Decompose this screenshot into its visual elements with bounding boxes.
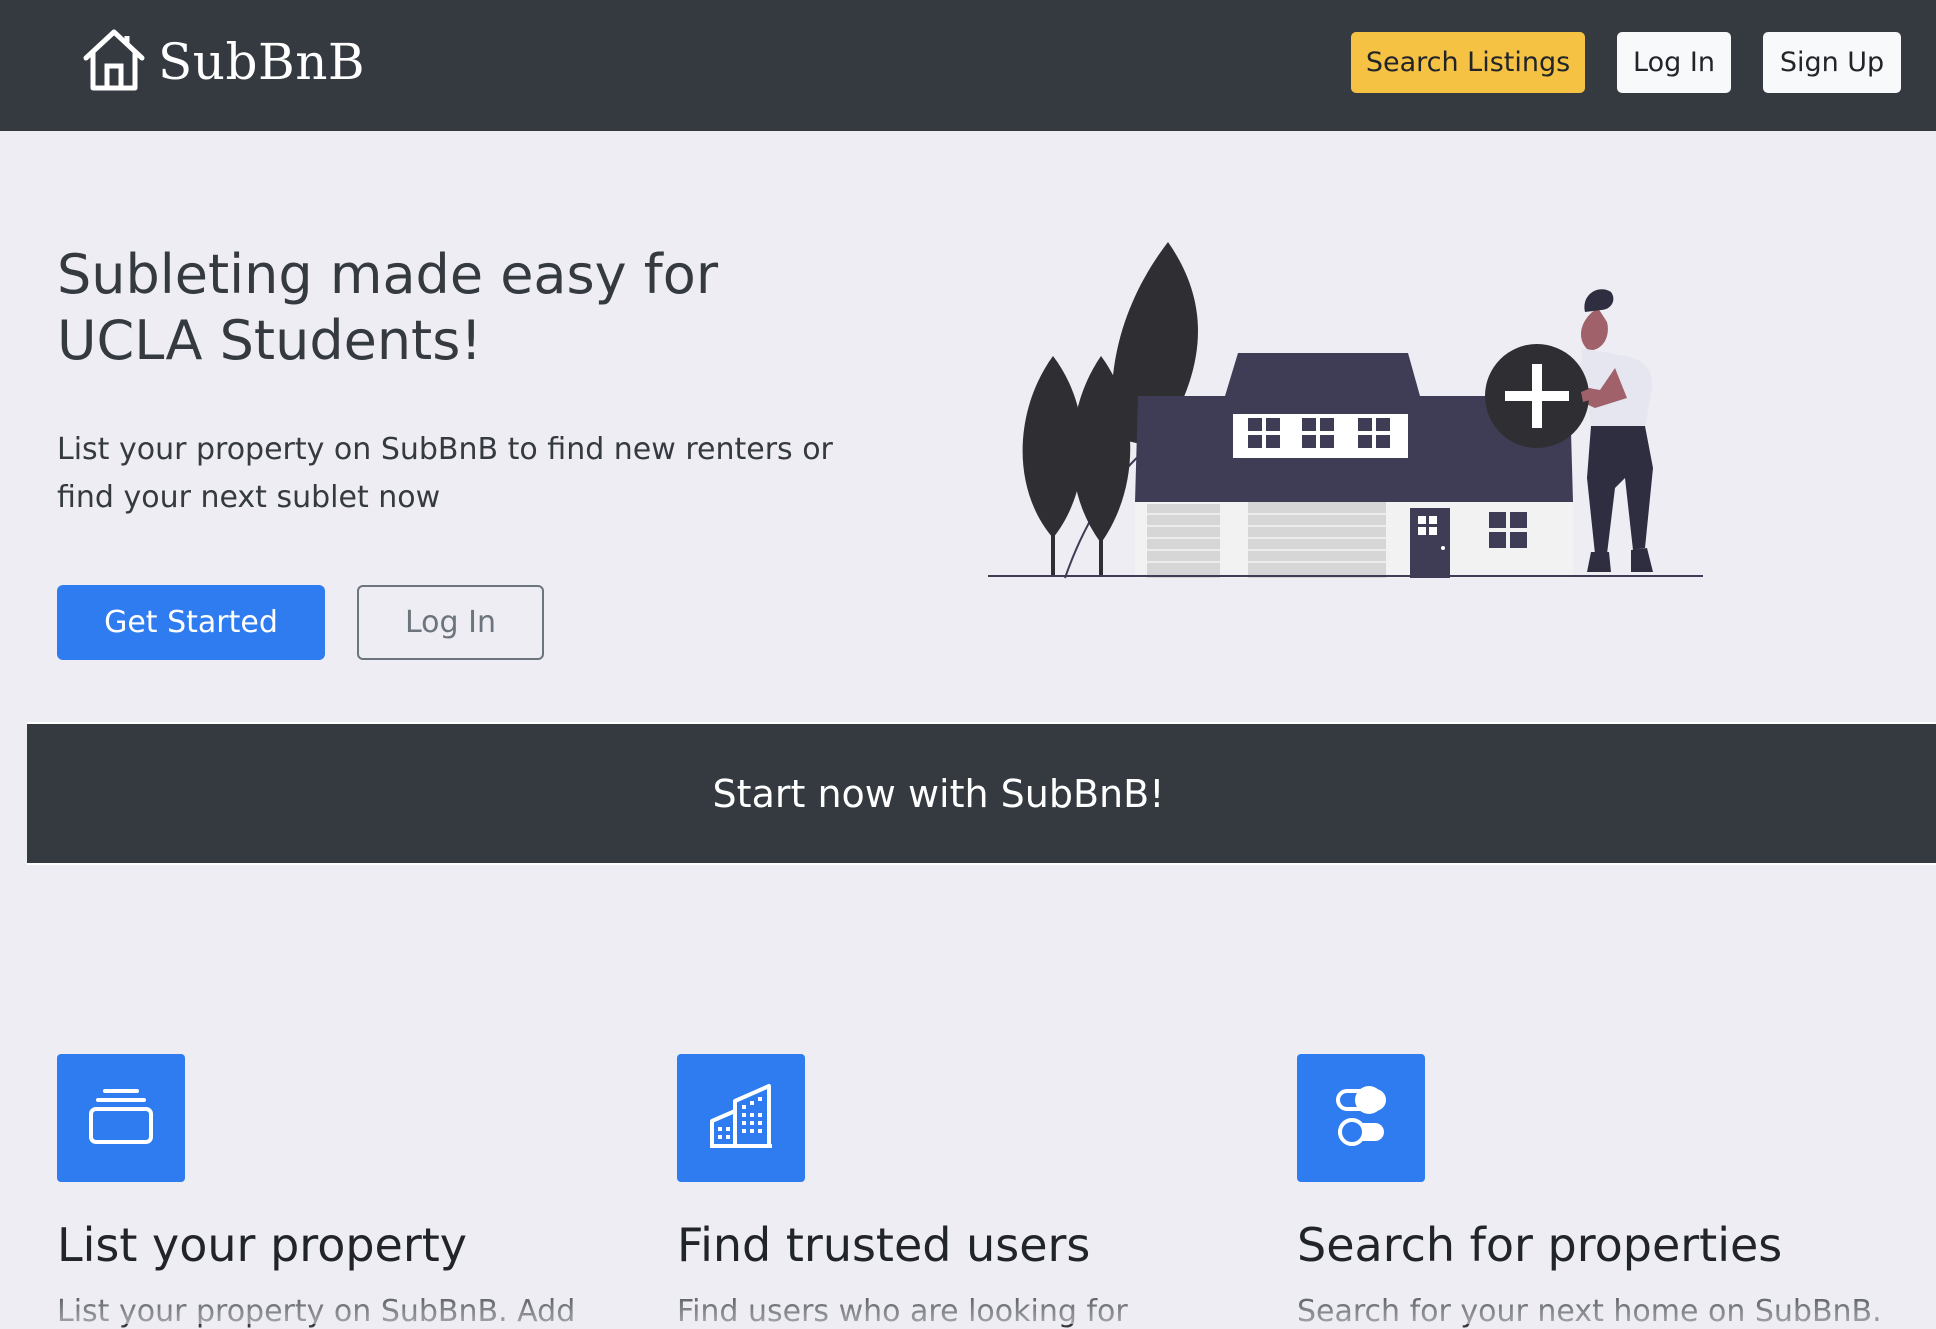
feature-icon-box: [1297, 1054, 1425, 1182]
buildings-icon: [709, 1083, 773, 1153]
hero-title-line2: UCLA Students!: [57, 309, 483, 372]
signup-button[interactable]: Sign Up: [1763, 32, 1901, 93]
feature-title: Find trusted users: [677, 1218, 1091, 1272]
hero-title: Subleting made easy for UCLA Students!: [57, 242, 837, 374]
banner-text: Start now with SubBnB!: [712, 771, 1165, 816]
hero-title-line1: Subleting made easy for: [57, 243, 719, 306]
search-listings-button[interactable]: Search Listings: [1351, 32, 1585, 93]
feature-icon-box: [57, 1054, 185, 1182]
get-started-button[interactable]: Get Started: [57, 585, 325, 660]
hero-subtitle-line1: List your property on SubBnB to find new…: [57, 432, 833, 467]
feature-list-property: List your property List your property on…: [57, 1054, 617, 1329]
collection-icon: [88, 1087, 154, 1149]
hero-login-button[interactable]: Log In: [357, 585, 544, 660]
nav-login-button[interactable]: Log In: [1617, 32, 1731, 93]
house-icon: [80, 28, 148, 96]
feature-title: List your property: [57, 1218, 468, 1272]
hero-subtitle-line2: find your next sublet now: [57, 480, 441, 515]
navbar: SubBnB Search Listings Log In Sign Up: [0, 0, 1936, 131]
toggles-icon: [1335, 1083, 1387, 1153]
brand-name: SubBnB: [158, 33, 366, 91]
feature-title: Search for properties: [1297, 1218, 1783, 1272]
feature-search-properties: Search for properties Search for your ne…: [1297, 1054, 1882, 1329]
hero-subtitle: List your property on SubBnB to find new…: [57, 426, 857, 522]
feature-find-users: Find trusted users Find users who are lo…: [677, 1054, 1237, 1329]
brand-logo[interactable]: SubBnB: [80, 28, 365, 96]
feature-icon-box: [677, 1054, 805, 1182]
house-illustration: [985, 238, 1705, 587]
start-now-banner: Start now with SubBnB!: [27, 722, 1936, 865]
